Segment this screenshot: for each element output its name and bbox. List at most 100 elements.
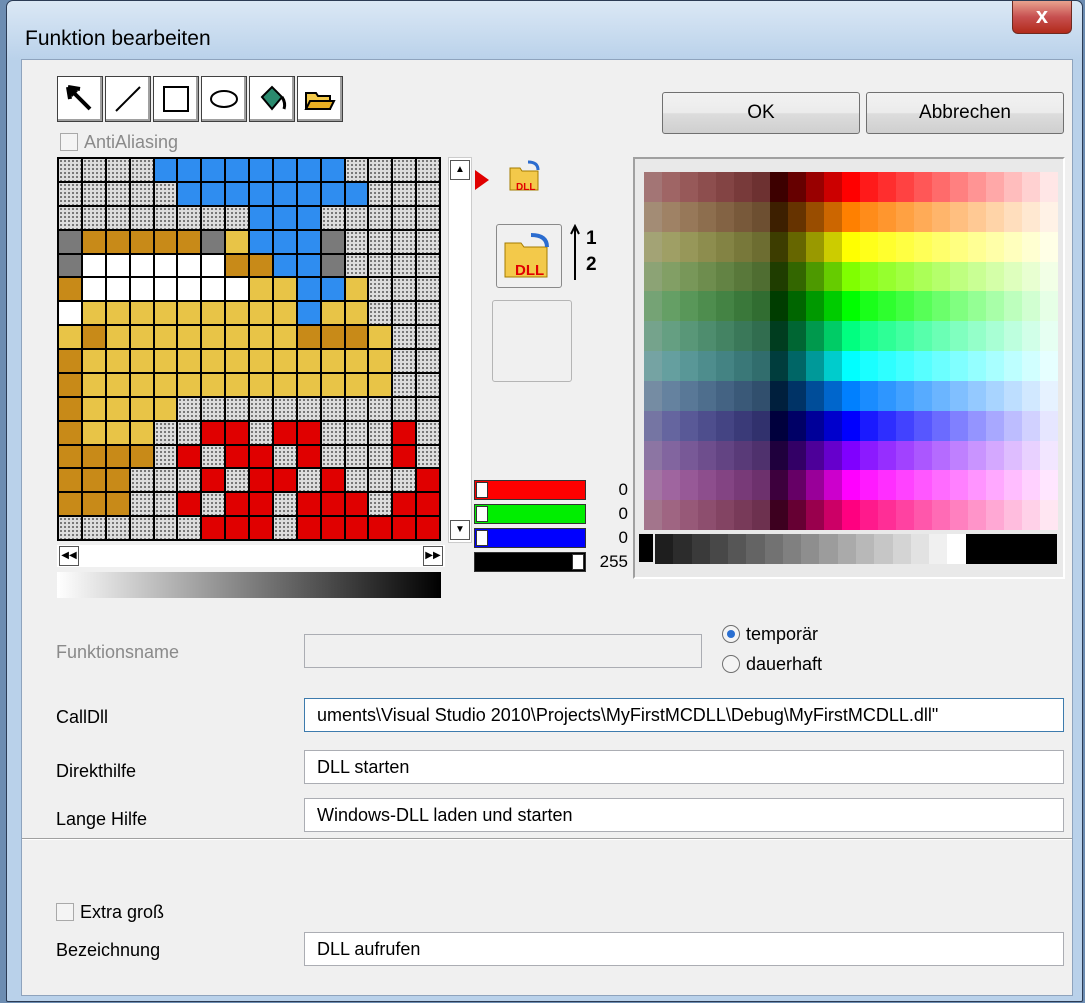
pixel-cell[interactable] [178,206,201,229]
palette-swatch[interactable] [824,470,842,501]
pixel-cell[interactable] [202,302,225,325]
pixel-cell[interactable] [226,278,248,301]
pixel-cell[interactable] [273,421,296,444]
palette-swatch[interactable] [878,291,896,322]
pixel-cell[interactable] [273,445,296,468]
pixel-cell[interactable] [297,373,320,396]
pixel-cell[interactable] [178,350,201,372]
palette-swatch[interactable] [752,351,770,381]
pixel-cell[interactable] [345,421,368,444]
palette-swatch[interactable] [950,172,968,202]
palette-swatch[interactable] [734,410,752,441]
palette-swatch[interactable] [644,321,662,351]
palette-swatch[interactable] [986,201,1004,232]
pixel-cell[interactable] [250,469,272,492]
color-palette[interactable] [633,157,1065,579]
palette-swatch[interactable] [860,291,878,322]
palette-swatch[interactable] [734,172,752,202]
palette-swatch[interactable] [680,351,698,381]
pixel-cell[interactable] [130,445,153,468]
palette-swatch[interactable] [680,410,698,441]
pixel-cell[interactable] [130,517,153,539]
pixel-cell[interactable] [321,182,344,205]
pixel-cell[interactable] [82,469,105,492]
palette-swatch[interactable] [680,380,698,411]
palette-swatch[interactable] [896,231,914,262]
pixel-cell[interactable] [106,373,129,396]
palette-swatch[interactable] [914,410,932,441]
palette-swatch[interactable] [860,470,878,501]
pixel-cell[interactable] [369,326,392,348]
palette-swatch[interactable] [986,470,1004,501]
palette-swatch[interactable] [788,201,806,232]
palette-swatch[interactable] [806,500,824,530]
palette-swatch[interactable] [716,321,734,351]
palette-swatch[interactable] [770,410,788,441]
palette-swatch[interactable] [896,351,914,381]
radio-dauerhaft[interactable]: dauerhaft [722,654,822,675]
palette-swatch[interactable] [752,500,770,530]
pixel-cell[interactable] [393,421,416,444]
palette-swatch[interactable] [968,410,986,441]
palette-swatch[interactable] [932,410,950,441]
palette-swatch[interactable] [986,172,1004,202]
pixel-cell[interactable] [417,302,439,325]
palette-swatch[interactable] [968,380,986,411]
palette-swatch[interactable] [914,172,932,202]
pixel-cell[interactable] [130,493,153,516]
pixel-cell[interactable] [82,421,105,444]
pixel-cell[interactable] [250,517,272,539]
palette-swatch[interactable] [896,440,914,471]
pixel-cell[interactable] [154,493,177,516]
palette-swatch[interactable] [1022,440,1040,471]
palette-swatch[interactable] [986,500,1004,530]
palette-swatch[interactable] [932,440,950,471]
pixel-cell[interactable] [106,206,129,229]
palette-swatch[interactable] [968,470,986,501]
pixel-cell[interactable] [393,326,416,348]
palette-swatch[interactable] [968,261,986,292]
palette-swatch[interactable] [680,231,698,262]
palette-swatch[interactable] [752,231,770,262]
pixel-cell[interactable] [154,326,177,348]
palette-swatch[interactable] [770,380,788,411]
pixel-cell[interactable] [297,397,320,420]
pixel-cell[interactable] [345,517,368,539]
calldll-input[interactable]: uments\Visual Studio 2010\Projects\MyFir… [304,698,1064,732]
palette-swatch[interactable] [806,261,824,292]
pixel-cell[interactable] [154,421,177,444]
palette-swatch[interactable] [824,440,842,471]
palette-swatch[interactable] [968,351,986,381]
palette-swatch[interactable] [842,201,860,232]
palette-swatch[interactable] [968,231,986,262]
pixel-cell[interactable] [202,397,225,420]
palette-swatch[interactable] [896,500,914,530]
palette-swatch[interactable] [896,172,914,202]
palette-swatch[interactable] [698,380,716,411]
grayscale-gradient-bar[interactable] [57,572,441,598]
palette-swatch[interactable] [644,410,662,441]
palette-swatch[interactable] [878,500,896,530]
pixel-cell[interactable] [417,445,439,468]
pixel-cell[interactable] [130,182,153,205]
blue-slider[interactable] [474,528,586,548]
pixel-cell[interactable] [321,469,344,492]
palette-swatch[interactable] [680,201,698,232]
pixel-cell[interactable] [202,206,225,229]
pixel-cell[interactable] [273,397,296,420]
pixel-cell[interactable] [130,278,153,301]
palette-swatch[interactable] [1004,172,1022,202]
pixel-cell[interactable] [321,397,344,420]
palette-swatch[interactable] [914,380,932,411]
palette-swatch[interactable] [806,321,824,351]
palette-swatch[interactable] [1004,291,1022,322]
pixel-cell[interactable] [178,230,201,253]
palette-swatch[interactable] [716,380,734,411]
palette-swatch[interactable] [788,410,806,441]
palette-swatch[interactable] [752,410,770,441]
pixel-cell[interactable] [393,206,416,229]
palette-swatch[interactable] [860,321,878,351]
line-tool-button[interactable] [105,76,151,122]
pixel-cell[interactable] [273,302,296,325]
palette-swatch[interactable] [986,380,1004,411]
